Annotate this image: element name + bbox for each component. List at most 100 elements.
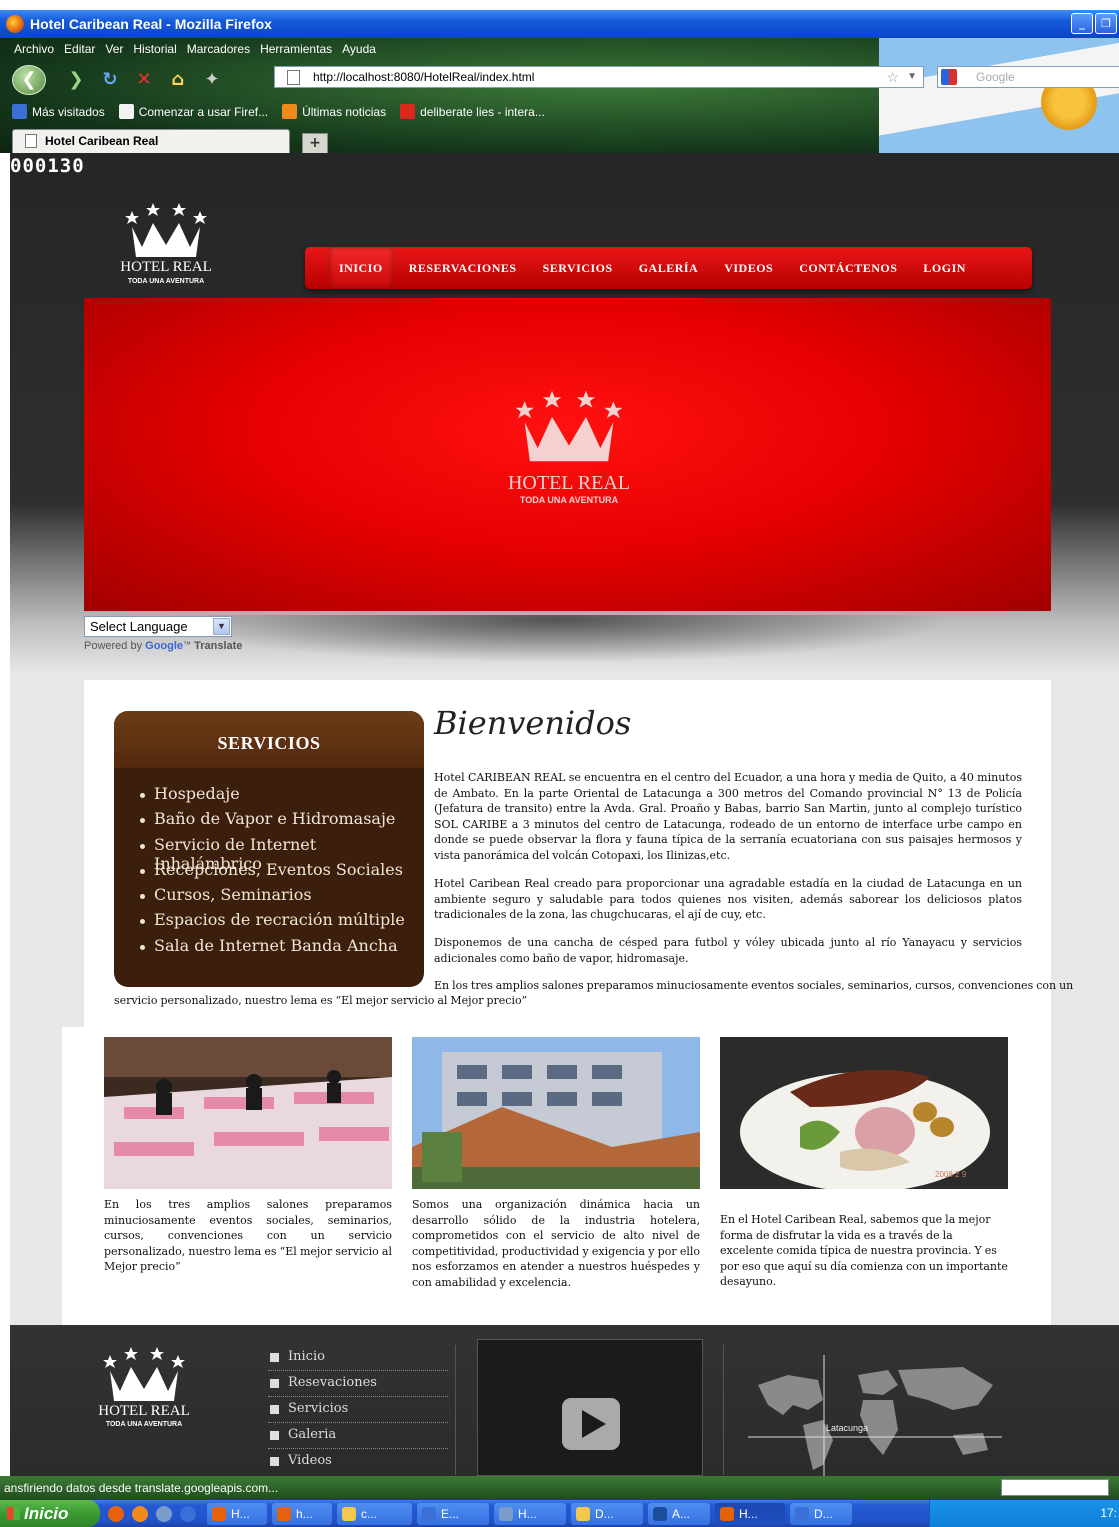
page-icon bbox=[25, 134, 37, 148]
list-item: Cursos, Seminarios bbox=[140, 885, 424, 910]
chevron-down-icon[interactable]: ▼ bbox=[213, 618, 230, 635]
divider bbox=[723, 1345, 724, 1475]
crown-logo-icon[interactable] bbox=[98, 1345, 190, 1403]
logo-name: HOTEL REAL bbox=[120, 259, 212, 275]
footer-link-galeria[interactable]: Galeria bbox=[268, 1423, 448, 1449]
world-map-image[interactable]: Latacunga bbox=[748, 1355, 1002, 1476]
tab-hotel-caribean-real[interactable]: Hotel Caribean Real bbox=[12, 129, 290, 153]
chevron-down-icon[interactable]: ▼ bbox=[907, 67, 917, 87]
banquet-hall-image[interactable] bbox=[104, 1037, 392, 1189]
forward-icon[interactable]: ❯ bbox=[64, 68, 88, 92]
taskbar-item[interactable]: D... bbox=[571, 1502, 643, 1525]
search-placeholder: Google bbox=[976, 70, 1015, 84]
new-tab-button[interactable]: + bbox=[302, 133, 328, 153]
welcome-paragraph: En los tres amplios salones preparamos m… bbox=[434, 979, 1074, 992]
title-bar: Hotel Caribean Real - Mozilla Firefox _ … bbox=[0, 10, 1119, 38]
menu-herramientas[interactable]: Herramientas bbox=[260, 42, 332, 56]
map-location-label: Latacunga bbox=[826, 1423, 868, 1433]
addon-icon[interactable]: ✦ bbox=[200, 68, 224, 92]
taskbar-item-active[interactable]: H... bbox=[715, 1502, 785, 1525]
quicklaunch-chrome-icon[interactable] bbox=[108, 1505, 124, 1522]
taskbar-item[interactable]: H... bbox=[494, 1502, 566, 1525]
gallery: 2008 2 9 En los tres amplios salones pre… bbox=[62, 1027, 1051, 1325]
hero-logo-name: HOTEL REAL bbox=[507, 472, 630, 494]
quicklaunch-app-icon[interactable] bbox=[180, 1505, 196, 1522]
browser-chrome: Archivo Editar Ver Historial Marcadores … bbox=[0, 38, 1119, 153]
menu-archivo[interactable]: Archivo bbox=[14, 42, 54, 56]
start-button[interactable]: Inicio bbox=[0, 1500, 100, 1527]
site-icon bbox=[400, 104, 416, 119]
rss-icon bbox=[282, 104, 298, 119]
back-button[interactable]: ❮ bbox=[12, 65, 46, 95]
taskbar-item[interactable]: E... bbox=[417, 1502, 489, 1525]
welcome-heading: Bienvenidos bbox=[434, 704, 632, 742]
bookmark-folder-icon bbox=[12, 104, 27, 119]
clock[interactable]: 17: bbox=[1100, 1506, 1117, 1520]
firefox-window: Hotel Caribean Real - Mozilla Firefox _ … bbox=[0, 0, 1119, 1527]
powered-by-google-translate[interactable]: Powered by Google™ Translate bbox=[84, 640, 242, 652]
bookmark-star-icon[interactable]: ☆ bbox=[886, 67, 899, 87]
footer-link-servicios[interactable]: Servicios bbox=[268, 1397, 448, 1423]
play-icon[interactable] bbox=[562, 1398, 620, 1450]
language-select[interactable]: Select Language ▼ bbox=[84, 616, 232, 637]
taskbar-item[interactable]: D... bbox=[790, 1502, 852, 1525]
footer-logo-tagline: TODA UNA AVENTURA bbox=[105, 1421, 183, 1428]
footer-logo-name: HOTEL REAL bbox=[98, 1403, 190, 1419]
maximize-button[interactable]: ❐ bbox=[1095, 13, 1117, 34]
url-text: http://localhost:8080/HotelReal/index.ht… bbox=[313, 70, 535, 84]
list-item: Baño de Vapor e Hidromasaje bbox=[140, 809, 424, 834]
bookmark-mas-visitados[interactable]: Más visitados bbox=[12, 104, 105, 119]
nav-login[interactable]: LOGIN bbox=[913, 247, 976, 289]
google-search-engine-icon[interactable] bbox=[941, 69, 957, 85]
window-title: Hotel Caribean Real - Mozilla Firefox bbox=[30, 16, 272, 32]
gallery-caption: En los tres amplios salones preparamos m… bbox=[104, 1198, 392, 1274]
list-item: Hospedaje bbox=[140, 784, 424, 809]
footer-link-reservaciones[interactable]: Resevaciones bbox=[268, 1371, 448, 1397]
bookmark-deliberate-lies[interactable]: deliberate lies - intera... bbox=[400, 104, 545, 119]
search-input[interactable]: Google bbox=[937, 66, 1119, 88]
menu-marcadores[interactable]: Marcadores bbox=[187, 42, 250, 56]
welcome-paragraph: Hotel Caribean Real creado para proporci… bbox=[434, 877, 1022, 922]
nav-videos[interactable]: VIDEOS bbox=[714, 247, 783, 289]
quicklaunch-app-icon[interactable] bbox=[156, 1505, 172, 1522]
main-content: SERVICIOS Hospedaje Baño de Vapor e Hidr… bbox=[84, 680, 1074, 1027]
visit-counter: 000130 bbox=[10, 155, 85, 177]
nav-contactenos[interactable]: CONTÁCTENOS bbox=[789, 247, 907, 289]
typical-food-image[interactable]: 2008 2 9 bbox=[720, 1037, 1008, 1189]
home-icon[interactable]: ⌂ bbox=[166, 68, 190, 92]
nav-galeria[interactable]: GALERÍA bbox=[629, 247, 709, 289]
footer-link-inicio[interactable]: Inicio bbox=[268, 1345, 448, 1371]
tab-strip: Hotel Caribean Real + bbox=[12, 128, 328, 153]
menu-editar[interactable]: Editar bbox=[64, 42, 95, 56]
hotel-building-image[interactable] bbox=[412, 1037, 700, 1189]
footer: HOTEL REAL TODA UNA AVENTURA Inicio Rese… bbox=[10, 1325, 1119, 1476]
list-item: Recepciones, Eventos Sociales bbox=[140, 860, 424, 885]
url-bar[interactable]: http://localhost:8080/HotelReal/index.ht… bbox=[274, 66, 924, 88]
menu-historial[interactable]: Historial bbox=[133, 42, 176, 56]
bookmarks-toolbar: Más visitados Comenzar a usar Firef... Ú… bbox=[12, 104, 545, 119]
reload-icon[interactable]: ↻ bbox=[98, 68, 122, 92]
minimize-button[interactable]: _ bbox=[1071, 13, 1093, 34]
navigation-toolbar: ❮ ❯ ↻ ✕ ⌂ ✦ http://localhost:8080/HotelR… bbox=[12, 65, 1119, 95]
status-bar: ansfiriendo datos desde translate.google… bbox=[0, 1476, 1119, 1500]
welcome-paragraph: servicio personalizado, nuestro lema es … bbox=[114, 994, 528, 1007]
bookmark-comenzar[interactable]: Comenzar a usar Firef... bbox=[118, 104, 268, 119]
nav-inicio[interactable]: INICIO bbox=[329, 247, 393, 289]
menu-ayuda[interactable]: Ayuda bbox=[342, 42, 376, 56]
quicklaunch-firefox-icon[interactable] bbox=[132, 1505, 148, 1522]
taskbar-item[interactable]: A... bbox=[648, 1502, 710, 1525]
bookmark-ultimas-noticias[interactable]: Últimas noticias bbox=[282, 104, 386, 119]
stop-icon[interactable]: ✕ bbox=[132, 68, 156, 92]
taskbar-item[interactable]: c... bbox=[337, 1502, 412, 1525]
taskbar-item[interactable]: h... bbox=[272, 1502, 332, 1525]
services-box: SERVICIOS Hospedaje Baño de Vapor e Hidr… bbox=[114, 711, 424, 987]
list-item: Servicio de Internet Inhalámbrico bbox=[140, 835, 424, 873]
crown-logo-icon[interactable] bbox=[120, 201, 212, 259]
taskbar-item[interactable]: H... bbox=[207, 1502, 267, 1525]
menu-ver[interactable]: Ver bbox=[105, 42, 123, 56]
welcome-paragraph: Hotel CARIBEAN REAL se encuentra en el c… bbox=[434, 771, 1022, 862]
footer-link-videos[interactable]: Videos bbox=[268, 1449, 448, 1475]
nav-servicios[interactable]: SERVICIOS bbox=[533, 247, 623, 289]
nav-reservaciones[interactable]: RESERVACIONES bbox=[399, 247, 527, 289]
video-player[interactable] bbox=[477, 1339, 703, 1476]
